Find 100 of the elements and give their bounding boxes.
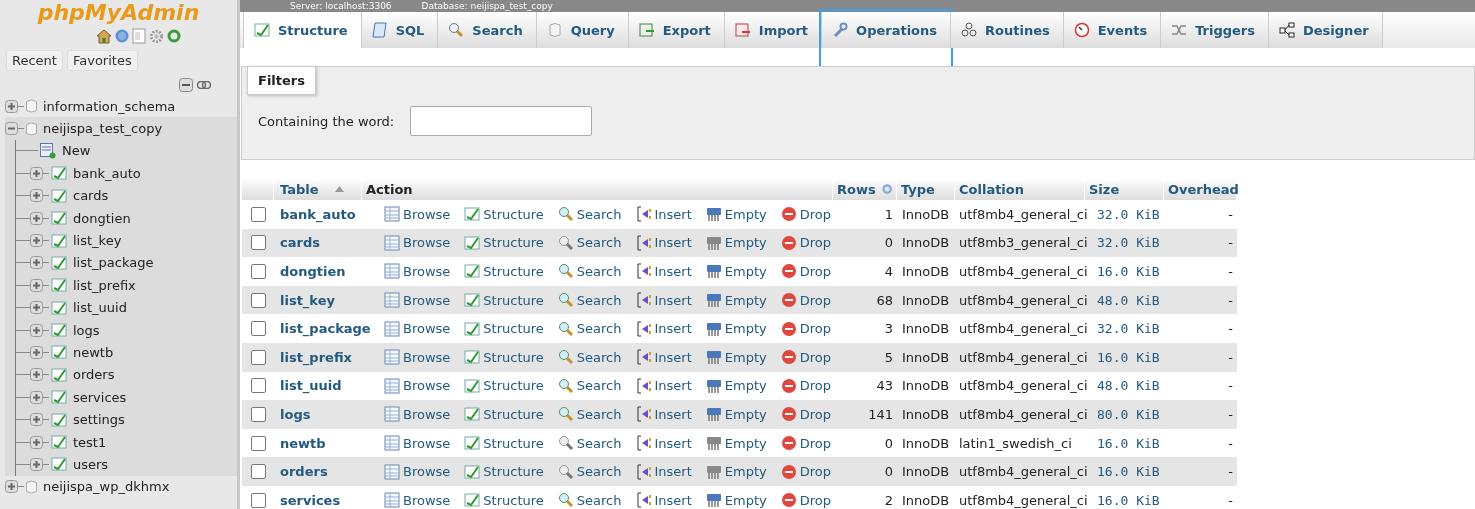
structure-link[interactable]: Structure [464,320,544,337]
structure-link[interactable]: Structure [464,349,544,366]
expand-icon[interactable] [30,323,43,337]
link-icon[interactable] [197,81,211,89]
empty-link[interactable]: Empty [705,206,767,223]
filter-input-field[interactable] [410,106,593,136]
table-column-header[interactable]: Table [274,178,362,200]
expand-icon[interactable] [5,99,18,113]
database-name[interactable]: neijispa_wp_dkhmx [43,479,170,495]
empty-link[interactable]: Empty [705,377,767,394]
table-link[interactable]: bank_auto [73,165,141,181]
rows-column-header[interactable]: Rows [833,178,897,200]
search-link[interactable]: Search [557,349,622,366]
table-link[interactable]: orders [73,367,115,383]
home-icon[interactable] [96,28,112,44]
drop-link[interactable]: Drop [780,234,831,251]
row-checkbox[interactable] [250,492,266,508]
expand-icon[interactable] [30,413,43,427]
collation-column-header[interactable]: Collation [955,178,1085,200]
table-link[interactable]: test1 [73,434,107,450]
expand-icon[interactable] [30,234,43,248]
search-link[interactable]: Search [557,206,622,223]
new-link[interactable]: New [62,143,91,159]
table-name-link[interactable]: orders [280,464,328,480]
search-link[interactable]: Search [557,377,622,394]
insert-link[interactable]: Insert [635,206,692,223]
expand-icon[interactable] [30,256,43,270]
empty-link[interactable]: Empty [705,406,767,423]
browse-link[interactable]: Browse [384,263,451,280]
expand-icon[interactable] [30,301,43,315]
breadcrumb-link[interactable]: Server: localhost:3306 [290,0,392,12]
tab[interactable]: Events [1063,12,1162,48]
insert-link[interactable]: Insert [635,377,692,394]
search-link[interactable]: Search [557,234,622,251]
insert-link[interactable]: Insert [635,349,692,366]
row-checkbox[interactable] [250,406,266,422]
drop-link[interactable]: Drop [780,377,831,394]
reload-icon[interactable] [167,29,181,43]
expand-icon[interactable] [30,189,43,203]
table-link[interactable]: list_prefix [73,277,136,293]
table-name-link[interactable]: list_prefix [280,349,352,365]
overhead-column-header[interactable]: Overhead [1164,178,1237,200]
drop-link[interactable]: Drop [780,435,831,452]
table-link[interactable]: services [73,389,127,405]
tab[interactable]: Triggers [1161,12,1269,48]
structure-link[interactable]: Structure [464,492,544,509]
table-name-link[interactable]: cards [280,235,320,251]
drop-link[interactable]: Drop [780,349,831,366]
browse-link[interactable]: Browse [384,435,451,452]
insert-link[interactable]: Insert [635,292,692,309]
structure-link[interactable]: Structure [464,206,544,223]
drop-link[interactable]: Drop [780,463,831,480]
tab[interactable]: Import [724,12,823,48]
browse-link[interactable]: Browse [384,234,451,251]
table-link[interactable]: newtb [73,345,114,360]
drop-link[interactable]: Drop [780,206,831,223]
row-checkbox[interactable] [250,292,266,308]
search-link[interactable]: Search [557,406,622,423]
empty-link[interactable]: Empty [705,292,767,309]
structure-link[interactable]: Structure [464,234,544,251]
row-checkbox[interactable] [250,349,266,365]
drop-link[interactable]: Drop [780,406,831,423]
search-link[interactable]: Search [557,492,622,509]
table-link[interactable]: settings [73,412,125,428]
table-link[interactable]: list_key [73,233,122,249]
browse-link[interactable]: Browse [384,206,451,223]
settings-icon[interactable] [149,28,164,44]
sidebar-button[interactable]: Recent [6,50,63,71]
row-checkbox[interactable] [250,264,266,279]
help-icon[interactable] [881,182,892,196]
search-link[interactable]: Search [557,463,622,480]
search-link[interactable]: Search [557,320,622,337]
table-name-link[interactable]: list_key [280,292,335,308]
row-checkbox[interactable] [250,321,266,337]
insert-link[interactable]: Insert [635,463,692,480]
empty-link[interactable]: Empty [705,234,767,251]
structure-link[interactable]: Structure [464,292,544,309]
insert-link[interactable]: Insert [635,263,692,280]
search-link[interactable]: Search [557,435,622,452]
table-name-link[interactable]: list_package [280,321,371,337]
tab[interactable]: Export [628,12,725,48]
drop-link[interactable]: Drop [780,292,831,309]
insert-link[interactable]: Insert [635,492,692,509]
table-link[interactable]: cards [73,188,109,204]
row-checkbox[interactable] [250,435,266,451]
size-column-header[interactable]: Size [1085,178,1164,200]
empty-link[interactable]: Empty [705,320,767,337]
empty-link[interactable]: Empty [705,492,767,509]
expand-icon[interactable] [30,368,43,382]
browse-link[interactable]: Browse [384,320,451,337]
structure-link[interactable]: Structure [464,406,544,423]
tab[interactable]: SQL [361,12,439,48]
expand-icon[interactable] [30,457,43,471]
search-link[interactable]: Search [557,292,622,309]
tab[interactable]: Operations [822,12,952,48]
expand-icon[interactable] [30,390,43,404]
empty-link[interactable]: Empty [705,263,767,280]
expand-icon[interactable] [5,480,18,494]
table-name-link[interactable]: bank_auto [280,206,356,222]
row-checkbox[interactable] [250,206,266,222]
